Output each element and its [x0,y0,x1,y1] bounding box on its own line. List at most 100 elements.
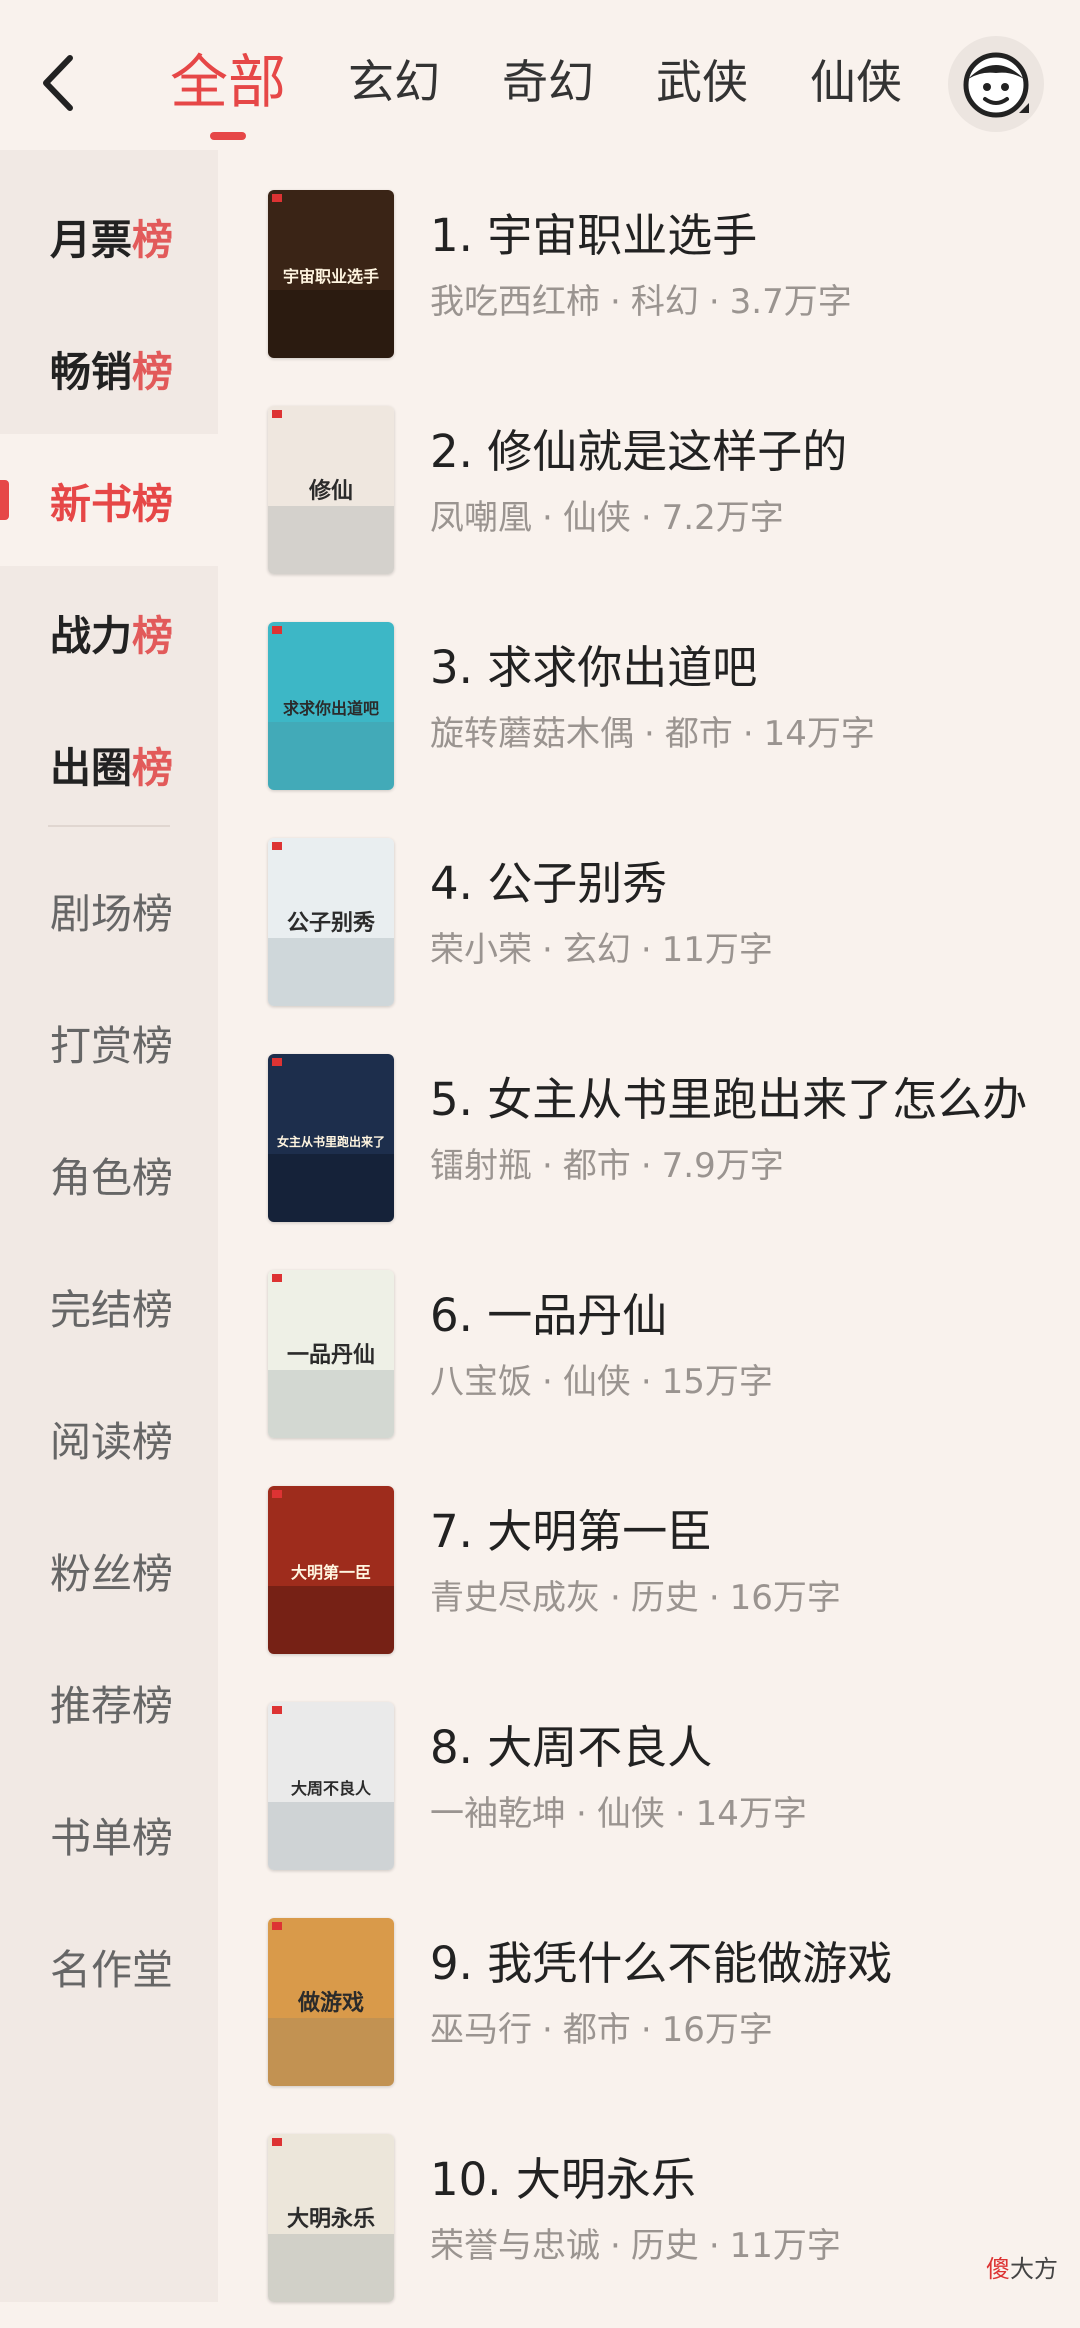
book-author: 旋转蘑菇木偶 [430,714,634,754]
separator-dot: · [644,714,655,754]
book-meta: 一袖乾坤 · 仙侠 · 14万字 [430,1792,1050,1836]
book-rank: 6. [430,1289,473,1342]
book-genre: 都市 [664,714,733,754]
book-cover: 求求你出道吧 [268,622,394,790]
sidebar-item-label: 粉丝榜 [50,1550,173,1598]
separator-dot: · [742,714,754,754]
sidebar-item-7[interactable]: 书单榜 [0,1768,218,1900]
separator-dot: · [542,1146,553,1186]
sidebar-item-hot-0[interactable]: 月票榜 [0,170,218,302]
separator-dot: · [708,282,720,322]
separator-dot: · [640,930,652,970]
sidebar-item-hot-4[interactable]: 出圈榜 [0,698,218,830]
book-words: 14万字 [763,714,875,754]
sidebar-item-2[interactable]: 角色榜 [0,1108,218,1240]
book-meta: 凤嘲凰 · 仙侠 · 7.2万字 [430,496,1050,540]
book-title-text: 女主从书里跑出来了怎么办 [487,1073,1028,1126]
avatar[interactable] [948,36,1044,132]
book-meta: 镭射瓶 · 都市 · 7.9万字 [430,1144,1050,1188]
book-rank: 10. [430,2153,502,2206]
book-rank: 7. [430,1505,473,1558]
book-words: 16万字 [661,2010,773,2050]
book-author: 青史尽成灰 [430,1578,600,1618]
sidebar-item-label: 阅读榜 [50,1418,173,1466]
book-author: 我吃西红柿 [430,282,600,322]
sidebar-item-hot-1[interactable]: 畅销榜 [0,302,218,434]
back-button[interactable] [28,48,88,118]
book-genre: 仙侠 [562,498,631,538]
sidebar-item-4[interactable]: 阅读榜 [0,1372,218,1504]
sidebar-item-suffix: 榜 [132,612,173,660]
book-title: 2. 修仙就是这样子的 [430,422,1040,482]
book-item[interactable]: 一品丹仙 6. 一品丹仙 八宝饭 · 仙侠 · 15万字 [218,1248,1080,1464]
sidebar-item-8[interactable]: 名作堂 [0,1900,218,2032]
book-item[interactable]: 大周不良人 8. 大周不良人 一袖乾坤 · 仙侠 · 14万字 [218,1680,1080,1896]
sidebar-item-label: 出圈 [50,744,132,792]
book-item[interactable]: 修仙 2. 修仙就是这样子的 凤嘲凰 · 仙侠 · 7.2万字 [218,384,1080,600]
book-cover: 大明第一臣 [268,1486,394,1654]
book-item[interactable]: 大明第一臣 7. 大明第一臣 青史尽成灰 · 历史 · 16万字 [218,1464,1080,1680]
separator-dot: · [576,1794,587,1834]
tab-0[interactable]: 全部 [170,40,286,140]
tab-1[interactable]: 玄幻 [348,40,440,124]
separator-dot: · [542,498,553,538]
active-tab-indicator [210,132,246,140]
book-title-text: 大明第一臣 [487,1505,713,1558]
book-item[interactable]: 做游戏 9. 我凭什么不能做游戏 巫马行 · 都市 · 16万字 [218,1896,1080,2112]
book-words: 3.7万字 [729,282,852,322]
book-meta: 旋转蘑菇木偶 · 都市 · 14万字 [430,712,1050,756]
separator-dot: · [640,498,652,538]
book-words: 11万字 [729,2226,841,2266]
cover-title: 求求你出道吧 [283,699,379,718]
book-title-text: 我凭什么不能做游戏 [487,1937,893,1990]
separator-dot: · [542,1362,553,1402]
book-rank: 2. [430,425,473,478]
sidebar-item-0[interactable]: 剧场榜 [0,844,218,976]
book-title-text: 一品丹仙 [487,1289,668,1342]
book-cover: 大周不良人 [268,1702,394,1870]
sidebar-item-label: 完结榜 [50,1286,173,1334]
book-meta: 青史尽成灰 · 历史 · 16万字 [430,1576,1050,1620]
book-title: 5. 女主从书里跑出来了怎么办 [430,1070,1040,1130]
sidebar-item-label: 打赏榜 [50,1022,173,1070]
tab-3[interactable]: 武侠 [656,40,748,124]
sidebar-item-1[interactable]: 打赏榜 [0,976,218,1108]
book-title-text: 大明永乐 [515,2153,696,2206]
book-title: 6. 一品丹仙 [430,1286,1040,1346]
cover-title: 大明永乐 [287,2206,375,2232]
sidebar-item-3[interactable]: 完结榜 [0,1240,218,1372]
sidebar-item-suffix: 榜 [132,216,173,264]
book-title-text: 大周不良人 [487,1721,713,1774]
active-indicator [0,480,9,520]
tab-2[interactable]: 奇幻 [502,40,594,124]
sidebar-item-label: 名作堂 [50,1946,173,1994]
book-item[interactable]: 宇宙职业选手 1. 宇宙职业选手 我吃西红柿 · 科幻 · 3.7万字 [218,168,1080,384]
book-item[interactable]: 女主从书里跑出来了 5. 女主从书里跑出来了怎么办 镭射瓶 · 都市 · 7.9万字 [218,1032,1080,1248]
tab-4[interactable]: 仙侠 [810,40,902,124]
book-item[interactable]: 公子别秀 4. 公子别秀 荣小荣 · 玄幻 · 11万字 [218,816,1080,1032]
sidebar-item-hot-2[interactable]: 新书榜 [0,434,218,566]
book-item[interactable]: 求求你出道吧 3. 求求你出道吧 旋转蘑菇木偶 · 都市 · 14万字 [218,600,1080,816]
ranking-sidebar: 月票榜畅销榜新书榜战力榜出圈榜剧场榜 打赏榜 角色榜 完结榜 阅读榜 粉丝榜 推荐榜 书单榜名… [0,150,218,2302]
book-rank: 3. [430,641,473,694]
book-cover: 做游戏 [268,1918,394,2086]
tab-label: 武侠 [656,55,749,109]
sidebar-item-6[interactable]: 推荐榜 [0,1636,218,1768]
book-genre: 历史 [630,1578,699,1618]
separator-dot: · [674,1794,686,1834]
book-author: 荣小荣 [430,930,532,970]
sidebar-item-5[interactable]: 粉丝榜 [0,1504,218,1636]
monkey-avatar-icon [963,52,1029,118]
book-item[interactable]: 大明永乐 10. 大明永乐 荣誉与忠诚 · 历史 · 11万字 [218,2112,1080,2328]
book-author: 巫马行 [430,2010,532,2050]
category-tabs: 全部 玄幻 奇幻 武侠 仙侠 [170,40,964,140]
cover-title: 一品丹仙 [287,1342,375,1368]
book-author: 一袖乾坤 [430,1794,566,1834]
tab-label: 玄幻 [348,55,441,109]
book-genre: 仙侠 [596,1794,665,1834]
book-title-text: 修仙就是这样子的 [487,425,848,478]
sidebar-item-hot-3[interactable]: 战力榜 [0,566,218,698]
book-title: 10. 大明永乐 [430,2150,1040,2210]
book-genre: 玄幻 [562,930,631,970]
book-title-text: 公子别秀 [487,857,668,910]
